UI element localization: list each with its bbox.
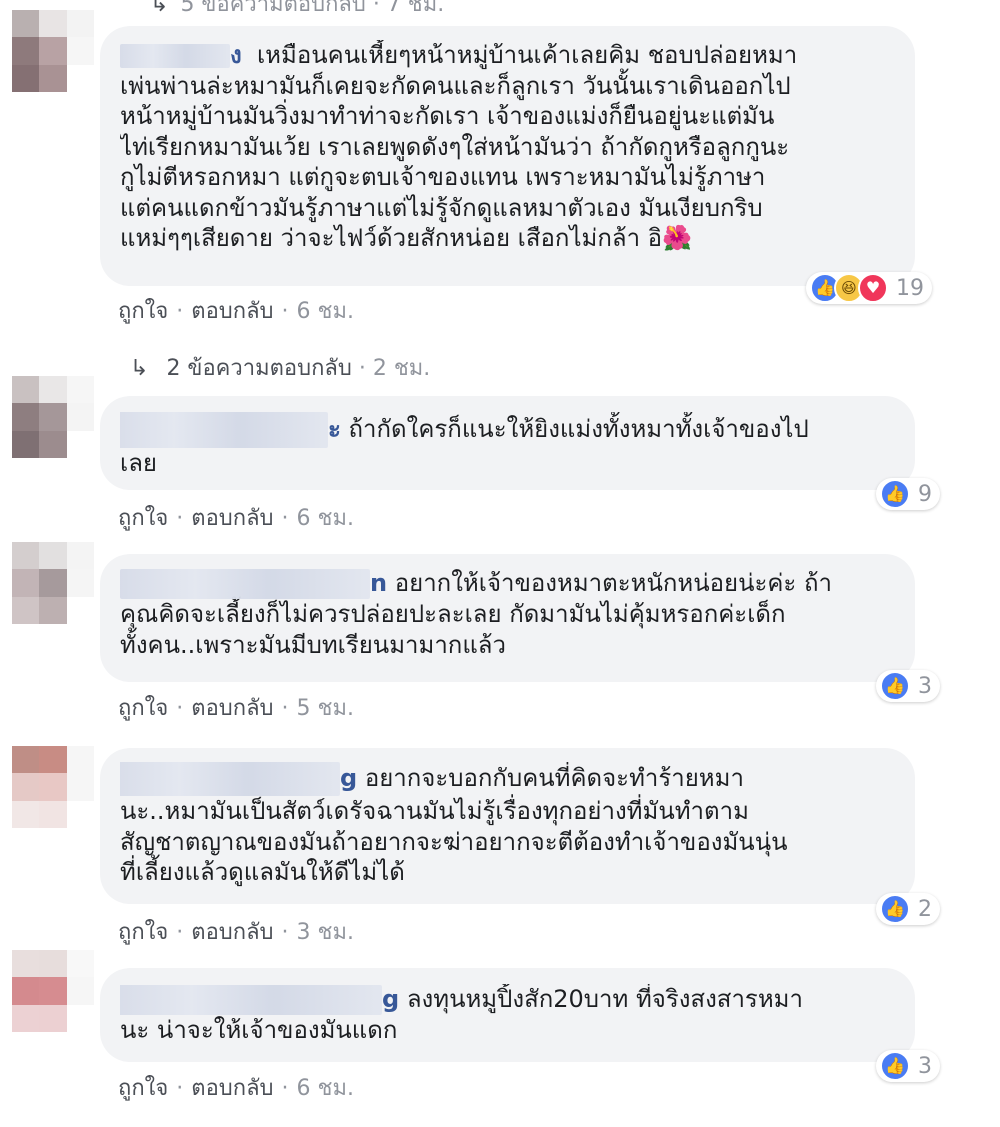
comment-time[interactable]: 6 ชม. xyxy=(297,506,354,531)
comment-text: g อยากจะบอกกับคนที่คิดจะทำร้ายหมา นะ..หม… xyxy=(120,762,897,888)
comment-time[interactable]: 3 ชม. xyxy=(297,920,354,945)
reply-link[interactable]: ตอบกลับ xyxy=(191,696,273,721)
author-name-blurred[interactable] xyxy=(120,762,340,796)
like-link[interactable]: ถูกใจ xyxy=(118,506,168,531)
avatar[interactable] xyxy=(12,376,94,458)
author-name-blurred[interactable] xyxy=(120,985,382,1015)
reply-arrow-icon: ↳ xyxy=(130,356,149,381)
reply-link[interactable]: ตอบกลับ xyxy=(191,299,273,324)
top-replies-link[interactable]: ↳ 5 ข้อความตอบกลับ · 7 ชม. xyxy=(150,0,444,17)
avatar[interactable] xyxy=(12,950,94,1032)
like-link[interactable]: ถูกใจ xyxy=(118,696,168,721)
like-reaction-icon: 👍 xyxy=(880,894,910,924)
view-replies-link[interactable]: ↳ 2 ข้อความตอบกลับ · 2 ชม. xyxy=(130,350,430,385)
avatar[interactable] xyxy=(12,10,94,92)
like-link[interactable]: ถูกใจ xyxy=(118,299,168,324)
comment-text: ะ ถ้ากัดใครก็แนะให้ยิงแม่งทั้งหมาทั้งเจ้… xyxy=(120,412,897,479)
author-name-blurred[interactable] xyxy=(120,44,230,68)
comment-text: n อยากให้เจ้าของหมาตะหนักหน่อยน่ะค่ะ ถ้า… xyxy=(120,569,832,659)
comment-actions: ถูกใจ · ตอบกลับ · 3 ชม. xyxy=(118,920,354,945)
avatar[interactable] xyxy=(12,542,94,624)
comment-time[interactable]: 6 ชม. xyxy=(297,1076,354,1101)
reactions-summary[interactable]: 👍 9 xyxy=(876,478,940,510)
reply-link[interactable]: ตอบกลับ xyxy=(191,506,273,531)
reply-link[interactable]: ตอบกลับ xyxy=(191,920,273,945)
comment-bubble: g อยากจะบอกกับคนที่คิดจะทำร้ายหมา นะ..หม… xyxy=(100,748,915,904)
comment-actions: ถูกใจ · ตอบกลับ · 6 ชม. xyxy=(118,1076,354,1101)
reaction-count: 9 xyxy=(918,481,932,507)
comment-bubble: ะ ถ้ากัดใครก็แนะให้ยิงแม่งทั้งหมาทั้งเจ้… xyxy=(100,396,915,490)
comment-text: ง เหมือนคนเหี้ยๆหน้าหมู่บ้านเค้าเลยคิม ช… xyxy=(120,41,798,252)
comment-time[interactable]: 6 ชม. xyxy=(297,299,354,324)
reply-link[interactable]: ตอบกลับ xyxy=(191,1076,273,1101)
like-reaction-icon: 👍 xyxy=(880,479,910,509)
like-link[interactable]: ถูกใจ xyxy=(118,1076,168,1101)
comment-text: g ลงทุนหมูปิ้งสัก20บาท ที่จริงสงสารหมา น… xyxy=(120,984,897,1046)
comment-bubble: n อยากให้เจ้าของหมาตะหนักหน่อยน่ะค่ะ ถ้า… xyxy=(100,554,915,682)
comment-bubble: ง เหมือนคนเหี้ยๆหน้าหมู่บ้านเค้าเลยคิม ช… xyxy=(100,26,915,286)
like-link[interactable]: ถูกใจ xyxy=(118,920,168,945)
like-reaction-icon: 👍 xyxy=(880,671,910,701)
reply-arrow-icon: ↳ xyxy=(150,0,169,17)
comment-actions: ถูกใจ · ตอบกลับ · 6 ชม. xyxy=(118,506,354,531)
author-name-blurred[interactable] xyxy=(120,569,370,599)
reactions-summary[interactable]: 👍 😆 ♥ 19 xyxy=(806,272,932,304)
reaction-count: 2 xyxy=(918,896,932,922)
reaction-count: 19 xyxy=(896,275,924,301)
comment-bubble: g ลงทุนหมูปิ้งสัก20บาท ที่จริงสงสารหมา น… xyxy=(100,968,915,1062)
reaction-count: 3 xyxy=(918,673,932,699)
comment-actions: ถูกใจ · ตอบกลับ · 5 ชม. xyxy=(118,696,354,721)
reactions-summary[interactable]: 👍 3 xyxy=(876,670,940,702)
reactions-summary[interactable]: 👍 3 xyxy=(876,1050,940,1082)
reaction-count: 3 xyxy=(918,1053,932,1079)
love-reaction-icon: ♥ xyxy=(858,273,888,303)
comment-time[interactable]: 5 ชม. xyxy=(297,696,354,721)
reactions-summary[interactable]: 👍 2 xyxy=(876,893,940,925)
like-reaction-icon: 👍 xyxy=(880,1051,910,1081)
author-name-blurred[interactable] xyxy=(120,412,328,448)
comment-actions: ถูกใจ · ตอบกลับ · 6 ชม. xyxy=(118,299,354,324)
avatar[interactable] xyxy=(12,746,94,828)
